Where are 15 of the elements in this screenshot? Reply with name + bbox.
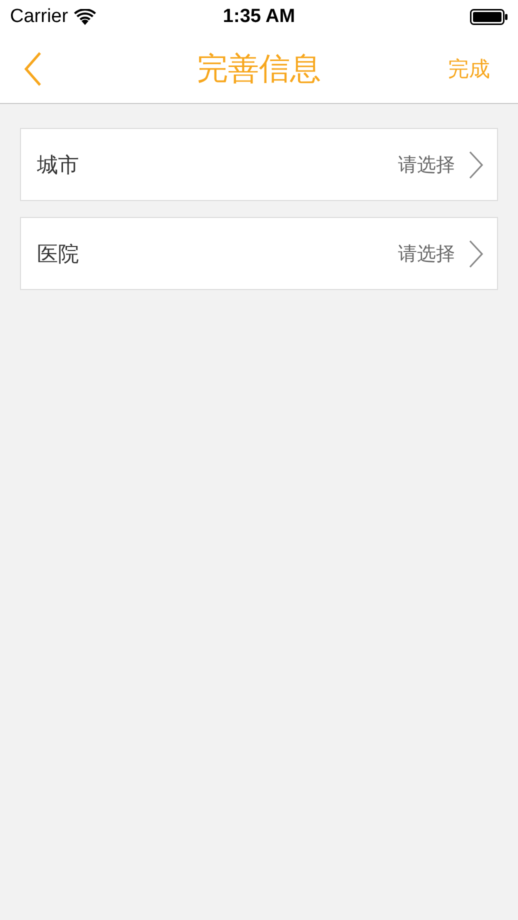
row-label: 城市 [37, 152, 80, 178]
select-row[interactable]: 医院 请选择 [20, 217, 498, 290]
row-value: 请选择 [398, 154, 455, 178]
battery-icon [470, 9, 508, 25]
back-chevron-icon [24, 52, 42, 86]
chevron-icon [469, 150, 483, 178]
row-value: 请选择 [398, 242, 455, 266]
back-button[interactable] [24, 52, 42, 86]
select-row[interactable]: 城市 请选择 [20, 128, 498, 201]
page-title: 完善信息 [197, 50, 321, 88]
chevron-icon [469, 240, 483, 268]
carrier-label: Carrier [10, 6, 68, 28]
wifi-icon [74, 9, 96, 25]
status-time: 1:35 AM [222, 6, 296, 28]
row-label: 医院 [37, 242, 80, 268]
